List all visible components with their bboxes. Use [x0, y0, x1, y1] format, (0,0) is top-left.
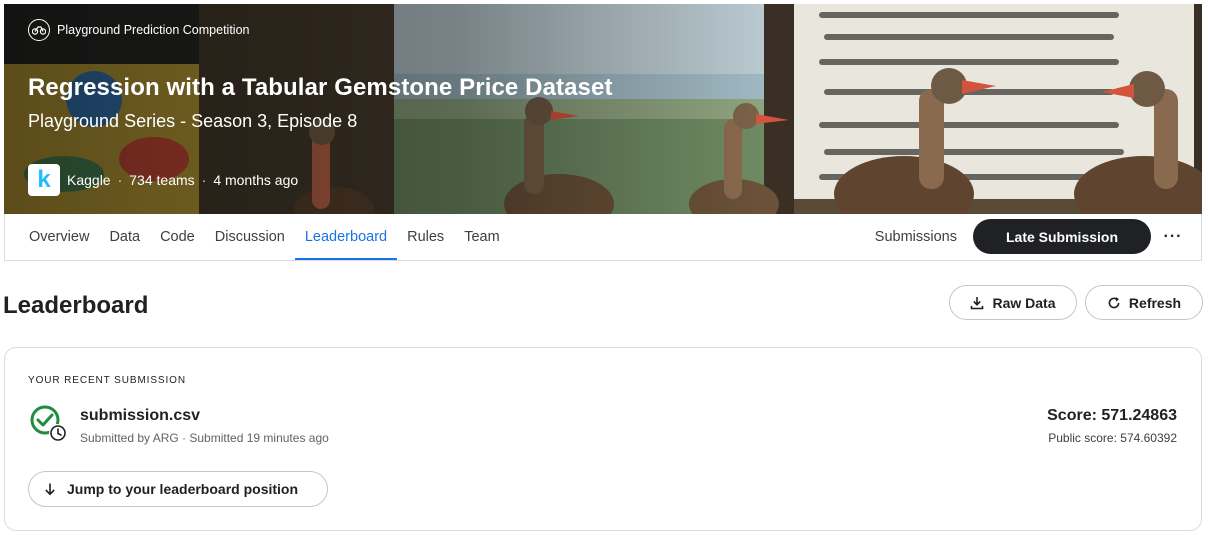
section-label: YOUR RECENT SUBMISSION: [28, 375, 186, 386]
tab-discussion[interactable]: Discussion: [205, 214, 295, 260]
bicycle-icon: [28, 19, 50, 41]
jump-label: Jump to your leaderboard position: [67, 481, 299, 497]
raw-data-label: Raw Data: [992, 294, 1056, 311]
public-score: Public score: 574.60392: [1048, 431, 1177, 445]
competition-subtitle: Playground Series - Season 3, Episode 8: [28, 111, 358, 131]
tab-rules[interactable]: Rules: [397, 214, 454, 260]
meta-separator: ·: [117, 172, 123, 188]
competition-title: Regression with a Tabular Gemstone Price…: [28, 74, 613, 101]
refresh-icon: [1108, 296, 1120, 308]
tab-bar: Overview Data Code Discussion Leaderboar…: [19, 214, 510, 260]
tab-leaderboard[interactable]: Leaderboard: [294, 214, 398, 260]
competition-age: 4 months ago: [213, 172, 299, 188]
arrow-down-icon: [45, 483, 55, 496]
competition-banner: Playground Prediction Competition Regres…: [4, 4, 1202, 214]
submission-success-icon: [30, 405, 67, 442]
refresh-label: Refresh: [1128, 294, 1182, 311]
competition-nav: Overview Data Code Discussion Leaderboar…: [4, 214, 1202, 261]
competition-type-label: Playground Prediction Competition: [57, 23, 250, 37]
recent-submission-card: YOUR RECENT SUBMISSION submission.csv Su…: [4, 347, 1202, 531]
nav-actions: Submissions Late Submission ···: [875, 219, 1187, 254]
tab-code[interactable]: Code: [150, 214, 205, 260]
kaggle-logo[interactable]: k: [28, 164, 60, 196]
meta-separator: ·: [201, 172, 207, 188]
tab-overview[interactable]: Overview: [19, 214, 99, 260]
late-submission-button[interactable]: Late Submission: [973, 219, 1151, 254]
host-name[interactable]: Kaggle: [67, 172, 111, 188]
submission-info: Submitted by ARG · Submitted 19 minutes …: [80, 431, 329, 445]
submissions-link[interactable]: Submissions: [875, 229, 957, 245]
competition-meta: k Kaggle · 734 teams · 4 months ago: [28, 164, 298, 196]
submission-file-name[interactable]: submission.csv: [80, 407, 200, 425]
tab-team[interactable]: Team: [454, 214, 509, 260]
more-options-icon[interactable]: ···: [1159, 228, 1187, 246]
refresh-button[interactable]: Refresh: [1085, 285, 1203, 320]
tab-data[interactable]: Data: [99, 214, 150, 260]
competition-type: Playground Prediction Competition: [28, 19, 249, 41]
page-title: Leaderboard: [3, 292, 149, 319]
private-score: Score: 571.24863: [1047, 407, 1177, 424]
download-icon: [971, 296, 984, 309]
team-count: 734 teams: [129, 172, 195, 188]
jump-to-position-button[interactable]: Jump to your leaderboard position: [28, 471, 328, 507]
raw-data-button[interactable]: Raw Data: [949, 285, 1077, 320]
